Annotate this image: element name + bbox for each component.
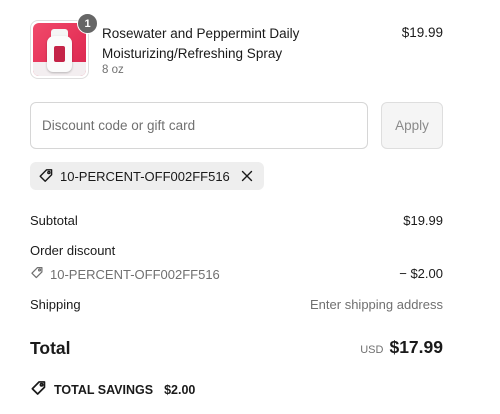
discount-code-input[interactable]	[30, 102, 368, 149]
shipping-row: Shipping Enter shipping address	[30, 297, 443, 312]
order-discount-row: Order discount	[30, 243, 443, 258]
tag-icon	[38, 168, 54, 184]
total-currency: USD	[360, 344, 384, 356]
order-discount-label: Order discount	[30, 243, 116, 258]
shipping-value: Enter shipping address	[310, 297, 443, 312]
subtotal-row: Subtotal $19.99	[30, 213, 443, 228]
quantity-badge: 1	[77, 13, 98, 34]
applied-discount-code: 10-PERCENT-OFF002FF516	[60, 168, 230, 184]
order-discount-value: − $2.00	[399, 266, 443, 281]
total-savings-label: TOTAL SAVINGS	[54, 383, 154, 397]
subtotal-label: Subtotal	[30, 213, 78, 228]
product-image	[33, 23, 86, 76]
close-icon[interactable]	[240, 169, 254, 183]
apply-discount-button[interactable]: Apply	[381, 102, 443, 149]
line-item: 1 Rosewater and Peppermint Daily Moistur…	[30, 13, 443, 80]
shipping-label: Shipping	[30, 297, 81, 312]
total-label: Total	[30, 338, 71, 358]
order-discount-code-row: 10-PERCENT-OFF002FF516 − $2.00	[30, 266, 443, 283]
tag-icon	[30, 266, 44, 283]
order-discount-code: 10-PERCENT-OFF002FF516	[50, 267, 220, 282]
applied-discount-chip: 10-PERCENT-OFF002FF516	[30, 162, 264, 190]
product-thumbnail: 1	[30, 13, 98, 79]
total-amount: USD $17.99	[360, 337, 443, 358]
product-title: Rosewater and Peppermint Daily Moisturiz…	[102, 26, 300, 61]
product-variant: 8 oz	[102, 64, 124, 76]
total-savings-value: $2.00	[164, 383, 196, 397]
subtotal-value: $19.99	[403, 213, 443, 228]
total-value: $17.99	[389, 337, 443, 357]
product-price: $19.99	[401, 25, 443, 40]
total-savings: TOTAL SAVINGS $2.00	[30, 380, 195, 400]
savings-tag-icon	[30, 380, 47, 400]
